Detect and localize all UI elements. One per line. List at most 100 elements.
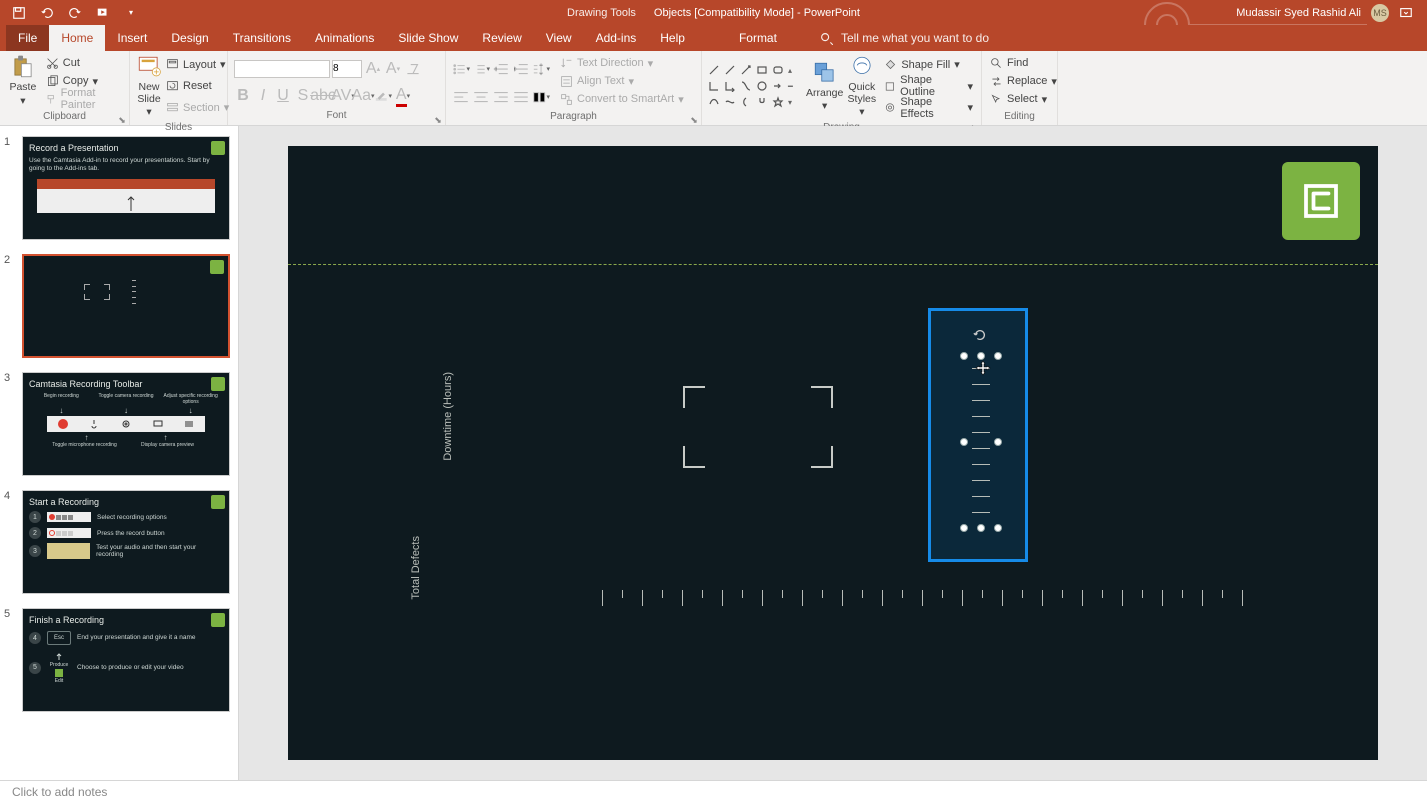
group-font-label: Font: [326, 110, 346, 121]
shapes-gallery[interactable]: ▴ ━ ▾: [708, 63, 802, 109]
line-spacing-icon[interactable]: ▾: [532, 60, 550, 78]
ribbon: Paste ▾ Cut Copy▾ Format Painter Clipboa…: [0, 51, 1427, 126]
replace-button[interactable]: Replace▾: [988, 72, 1059, 90]
columns-icon[interactable]: ▾: [532, 88, 550, 106]
rotate-handle-icon[interactable]: [973, 328, 987, 342]
align-right-icon[interactable]: [492, 88, 510, 106]
shape-effects-button[interactable]: Shape Effects▾: [882, 99, 975, 117]
justify-icon[interactable]: [512, 88, 530, 106]
underline-icon[interactable]: U: [274, 87, 292, 105]
slide: Downtime (Hours) Total Defects: [288, 146, 1378, 760]
group-clipboard-label: Clipboard: [43, 111, 86, 122]
drawing-tools-label: Drawing Tools: [567, 7, 636, 19]
quick-styles-button[interactable]: Quick Styles▾: [843, 54, 880, 119]
slide-thumb-1[interactable]: Record a Presentation Use the Camtasia A…: [22, 136, 230, 240]
move-cursor-icon: [975, 360, 991, 376]
user-name: Mudassir Syed Rashid Ali: [1236, 7, 1361, 19]
axis-label-defects: Total Defects: [410, 536, 422, 600]
group-paragraph-label: Paragraph: [550, 111, 597, 122]
italic-icon[interactable]: I: [254, 87, 272, 105]
bullets-icon[interactable]: ▾: [452, 60, 470, 78]
spacing-icon[interactable]: AV▾: [334, 87, 352, 105]
outdent-icon[interactable]: [492, 60, 510, 78]
paragraph-launcher-icon[interactable]: ⬊: [689, 115, 699, 125]
clipboard-launcher-icon[interactable]: ⬊: [117, 115, 127, 125]
crop-marks: [683, 386, 833, 468]
thumb-number: 4: [4, 490, 16, 594]
smartart-button[interactable]: Convert to SmartArt▾: [558, 90, 686, 108]
shrink-font-icon[interactable]: A▾: [384, 60, 402, 78]
avatar[interactable]: MS: [1371, 4, 1389, 22]
grow-font-icon[interactable]: A▴: [364, 60, 382, 78]
group-editing-label: Editing: [1004, 111, 1035, 122]
slide-thumbnails: 1 Record a Presentation Use the Camtasia…: [0, 126, 239, 780]
strike-icon[interactable]: abc: [314, 87, 332, 105]
start-from-beginning-icon[interactable]: [96, 6, 110, 20]
selected-shape[interactable]: [964, 356, 998, 528]
undo-icon[interactable]: [40, 6, 54, 20]
cut-button[interactable]: Cut: [44, 54, 123, 72]
new-slide-button[interactable]: New Slide ▾: [136, 54, 162, 119]
ribbon-tabs: File Home Insert Design Transitions Anim…: [0, 25, 1427, 51]
align-text-button[interactable]: Align Text▾: [558, 72, 686, 90]
tab-transitions[interactable]: Transitions: [221, 25, 303, 51]
layout-button[interactable]: Layout▾: [164, 56, 231, 74]
select-button[interactable]: Select▾: [988, 90, 1059, 108]
find-button[interactable]: Find: [988, 54, 1059, 72]
shape-outline-button[interactable]: Shape Outline▾: [882, 77, 975, 95]
tab-insert[interactable]: Insert: [105, 25, 159, 51]
highlight-icon[interactable]: ▾: [374, 87, 392, 105]
redo-icon[interactable]: [68, 6, 82, 20]
bold-icon[interactable]: B: [234, 87, 252, 105]
format-painter-button[interactable]: Format Painter: [44, 90, 123, 108]
font-color-icon[interactable]: A▾: [394, 87, 412, 105]
font-size-input[interactable]: [332, 60, 362, 78]
text-direction-button[interactable]: Text Direction▾: [558, 54, 686, 72]
qat-customize-icon[interactable]: ▾: [124, 6, 138, 20]
save-icon[interactable]: [12, 6, 26, 20]
align-center-icon[interactable]: [472, 88, 490, 106]
document-title: Objects [Compatibility Mode] - PowerPoin…: [654, 7, 860, 19]
indent-icon[interactable]: [512, 60, 530, 78]
tab-file[interactable]: File: [6, 25, 49, 51]
notes-pane[interactable]: Click to add notes: [0, 780, 1427, 805]
thumb-number: 2: [4, 254, 16, 358]
slide-thumb-3[interactable]: Camtasia Recording Toolbar Begin recordi…: [22, 372, 230, 476]
arrange-button[interactable]: Arrange▾: [806, 54, 843, 119]
tell-me-label: Tell me what you want to do: [841, 31, 989, 45]
align-left-icon[interactable]: [452, 88, 470, 106]
tab-slideshow[interactable]: Slide Show: [386, 25, 470, 51]
camtasia-logo-icon: [1282, 162, 1360, 240]
tab-addins[interactable]: Add-ins: [584, 25, 649, 51]
ribbon-display-icon[interactable]: [1399, 6, 1413, 20]
case-icon[interactable]: Aa▾: [354, 87, 372, 105]
tab-review[interactable]: Review: [470, 25, 533, 51]
tab-format[interactable]: Format: [727, 25, 789, 51]
section-button[interactable]: Section▾: [164, 99, 231, 117]
clear-formatting-icon[interactable]: [404, 60, 422, 78]
numbering-icon[interactable]: ▾: [472, 60, 490, 78]
font-name-input[interactable]: [234, 60, 330, 78]
tab-design[interactable]: Design: [159, 25, 220, 51]
tab-view[interactable]: View: [534, 25, 584, 51]
notes-placeholder: Click to add notes: [12, 785, 107, 799]
tab-help[interactable]: Help: [648, 25, 697, 51]
tab-animations[interactable]: Animations: [303, 25, 386, 51]
thumb-number: 5: [4, 608, 16, 712]
horizontal-ticks: [592, 590, 1256, 612]
slide-canvas[interactable]: Downtime (Hours) Total Defects: [239, 126, 1427, 780]
title-bar: ▾ Drawing Tools Objects [Compatibility M…: [0, 0, 1427, 25]
slide-thumb-4[interactable]: Start a Recording 1Select recording opti…: [22, 490, 230, 594]
thumb-number: 1: [4, 136, 16, 240]
font-launcher-icon[interactable]: ⬊: [433, 115, 443, 125]
group-slides-label: Slides: [165, 122, 192, 133]
thumb-number: 3: [4, 372, 16, 476]
shape-fill-button[interactable]: Shape Fill▾: [882, 56, 975, 74]
tell-me-search[interactable]: Tell me what you want to do: [819, 25, 989, 51]
slide-thumb-2[interactable]: /*ticks*/: [22, 254, 230, 358]
slide-thumb-5[interactable]: Finish a Recording 4EscEnd your presenta…: [22, 608, 230, 712]
paste-button[interactable]: Paste ▾: [6, 54, 40, 108]
tab-home[interactable]: Home: [49, 25, 105, 51]
reset-button[interactable]: Reset: [164, 77, 231, 95]
axis-label-downtime: Downtime (Hours): [442, 372, 454, 461]
